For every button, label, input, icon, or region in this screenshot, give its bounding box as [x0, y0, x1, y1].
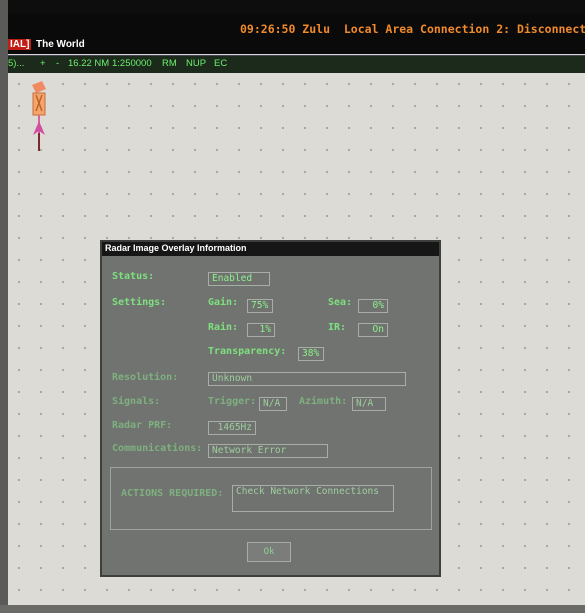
- ir-value: On: [358, 323, 388, 337]
- zoom-out-button[interactable]: -: [56, 58, 59, 69]
- settings-label: Settings:: [112, 297, 167, 308]
- monitor-bezel-top: [0, 0, 585, 14]
- ok-button[interactable]: Ok: [247, 542, 291, 562]
- trigger-value: N/A: [259, 397, 287, 411]
- transparency-label: Transparency:: [208, 346, 287, 357]
- status-label: Status:: [112, 271, 155, 282]
- resolution-value: Unknown: [208, 372, 406, 386]
- trigger-label: Trigger:: [208, 396, 257, 407]
- actions-group-box: ACTIONS REQUIRED: Check Network Connecti…: [110, 467, 432, 530]
- ir-label: IR:: [328, 322, 347, 333]
- communications-value: Network Error: [208, 444, 328, 458]
- scale-readout[interactable]: 1:250000: [112, 58, 152, 69]
- window-title: The World: [36, 39, 85, 50]
- status-clock-connection: 09:26:50 Zulu Local Area Connection 2: D…: [240, 22, 585, 36]
- ec-button[interactable]: EC: [214, 58, 227, 69]
- communications-label: Communications:: [112, 443, 203, 454]
- connection-status: Local Area Connection 2: Disconnected: [343, 22, 585, 36]
- chart-toolbar: 5)... + - 16.22 NM 1:250000 RM NUP EC: [8, 55, 585, 73]
- status-value: Enabled: [208, 272, 270, 286]
- radar-prf-label: Radar PRF:: [112, 420, 173, 431]
- azimuth-value: N/A: [352, 397, 386, 411]
- monitor-bezel-left: [0, 0, 8, 613]
- radar-overlay-info-dialog: Radar Image Overlay Information Status: …: [100, 240, 441, 577]
- monitor-bezel-bottom: [0, 605, 585, 613]
- transparency-value: 38%: [298, 347, 324, 361]
- actions-required-value: Check Network Connections: [232, 485, 394, 512]
- zulu-clock: 09:26:50 Zulu: [240, 22, 331, 36]
- azimuth-label: Azimuth:: [299, 396, 348, 407]
- window-title-bar: IAL] The World: [8, 38, 585, 54]
- signals-label: Signals:: [112, 396, 161, 407]
- rain-label: Rain:: [208, 322, 239, 333]
- status-bar: 09:26:50 Zulu Local Area Connection 2: D…: [8, 14, 585, 38]
- sea-label: Sea:: [328, 297, 353, 308]
- rain-value: 1%: [247, 323, 275, 337]
- dialog-title: Radar Image Overlay Information: [105, 243, 247, 253]
- toolbar-truncated-item[interactable]: 5)...: [8, 58, 24, 69]
- radar-prf-value: 1465Hz: [208, 421, 256, 435]
- nup-button[interactable]: NUP: [186, 58, 206, 69]
- zoom-in-button[interactable]: +: [40, 58, 46, 69]
- gain-value: 75%: [247, 299, 273, 313]
- actions-required-label: ACTIONS REQUIRED:: [121, 488, 224, 499]
- range-readout: 16.22 NM: [68, 58, 110, 69]
- gain-label: Gain:: [208, 297, 239, 308]
- dialog-titlebar[interactable]: Radar Image Overlay Information: [102, 242, 439, 256]
- resolution-label: Resolution:: [112, 372, 179, 383]
- own-ship-icon: [32, 81, 46, 151]
- sea-value: 0%: [358, 299, 388, 313]
- title-tag: IAL]: [8, 39, 32, 50]
- rm-button[interactable]: RM: [162, 58, 177, 69]
